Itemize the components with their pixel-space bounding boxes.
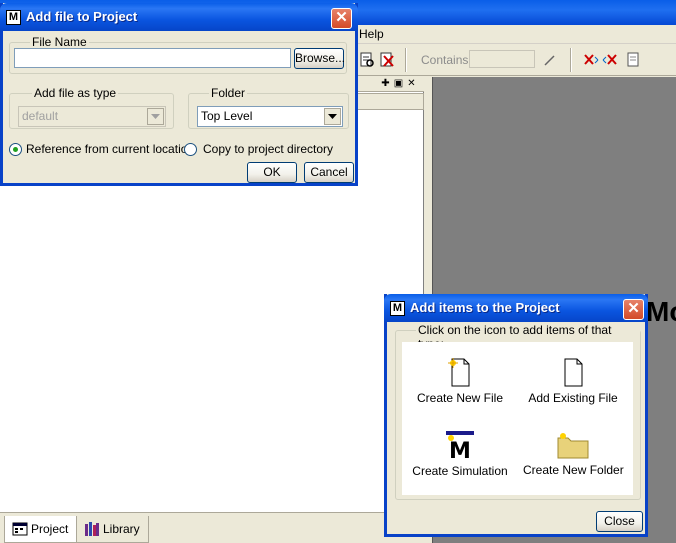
tab-library[interactable]: Library	[76, 516, 149, 543]
toolbar-separator	[570, 48, 572, 72]
add-items-dialog-titlebar[interactable]: M Add items to the Project ✕	[384, 294, 648, 322]
app-logo-icon: M	[6, 10, 21, 25]
add-existing-file-label: Add Existing File	[528, 391, 618, 405]
document-icon[interactable]	[624, 51, 642, 69]
app-logo-icon: M	[390, 301, 405, 316]
chevron-down-icon[interactable]	[324, 108, 341, 125]
contains-label: Contains:	[421, 53, 472, 67]
file-type-value: default	[22, 109, 59, 123]
file-name-input[interactable]	[14, 48, 291, 68]
close-icon[interactable]: ✕	[623, 299, 644, 320]
add-file-dialog: M Add file to Project ✕ File Name Browse…	[0, 3, 358, 186]
pin-icon[interactable]: ✚	[380, 78, 391, 89]
add-file-dialog-titlebar[interactable]: M Add file to Project ✕	[0, 3, 358, 31]
copy-radio[interactable]	[184, 143, 197, 156]
welcome-text-partial: Mo	[646, 296, 676, 327]
ok-button[interactable]: OK	[247, 162, 297, 183]
close-icon[interactable]: ✕	[331, 8, 352, 29]
bottom-tab-bar: Project Library	[0, 512, 424, 543]
clear-all-icon[interactable]	[601, 51, 619, 69]
wand-icon[interactable]	[541, 51, 559, 69]
create-simulation-item[interactable]: M Create Simulation	[410, 430, 510, 480]
tab-project-label: Project	[31, 522, 69, 536]
create-new-folder-item[interactable]: Create New Folder	[523, 430, 624, 480]
create-new-file-label: Create New File	[416, 391, 504, 405]
folder-group-label: Folder	[209, 86, 248, 100]
add-file-dialog-title: Add file to Project	[26, 9, 138, 24]
close-button[interactable]: Close	[596, 511, 643, 532]
add-items-dialog: M Add items to the Project ✕ Click on th…	[384, 294, 648, 537]
menu-help[interactable]: Help	[359, 27, 384, 41]
browse-button[interactable]: Browse...	[294, 48, 345, 69]
panel-close-icon[interactable]: ✕	[406, 78, 417, 89]
column-header[interactable]	[357, 93, 424, 110]
tab-project[interactable]: Project	[4, 516, 78, 543]
add-as-type-group-label: Add file as type	[32, 86, 119, 100]
project-icon	[12, 521, 28, 537]
add-existing-file-item[interactable]: Add Existing File	[523, 357, 623, 407]
float-icon[interactable]: ▣	[393, 78, 404, 89]
existing-file-icon	[560, 357, 586, 390]
new-file-icon	[447, 357, 473, 390]
panel-header: ✚ ▣ ✕	[357, 77, 424, 92]
reference-radio[interactable]	[9, 143, 22, 156]
contains-input[interactable]	[469, 50, 535, 68]
new-folder-icon	[556, 430, 590, 463]
create-simulation-label: Create Simulation	[412, 464, 508, 478]
delete-doc-icon[interactable]	[378, 51, 396, 69]
add-items-dialog-title: Add items to the Project	[410, 300, 560, 315]
find-icon[interactable]	[358, 51, 376, 69]
file-type-select: default	[18, 106, 166, 127]
clear-filter-icon[interactable]	[581, 51, 599, 69]
library-icon	[84, 521, 100, 537]
folder-select[interactable]: Top Level	[197, 106, 343, 127]
create-new-file-item[interactable]: Create New File	[410, 357, 510, 407]
folder-value: Top Level	[201, 109, 253, 123]
chevron-down-icon	[147, 108, 164, 125]
simulation-icon: M	[445, 430, 475, 464]
toolbar-separator	[405, 48, 407, 72]
file-name-group-label: File Name	[30, 35, 89, 49]
copy-radio-label[interactable]: Copy to project directory	[203, 142, 333, 156]
create-new-folder-label: Create New Folder	[523, 463, 624, 477]
svg-text:M: M	[449, 439, 471, 460]
cancel-button[interactable]: Cancel	[304, 162, 354, 183]
tab-library-label: Library	[103, 522, 140, 536]
reference-radio-label[interactable]: Reference from current location	[26, 142, 194, 156]
